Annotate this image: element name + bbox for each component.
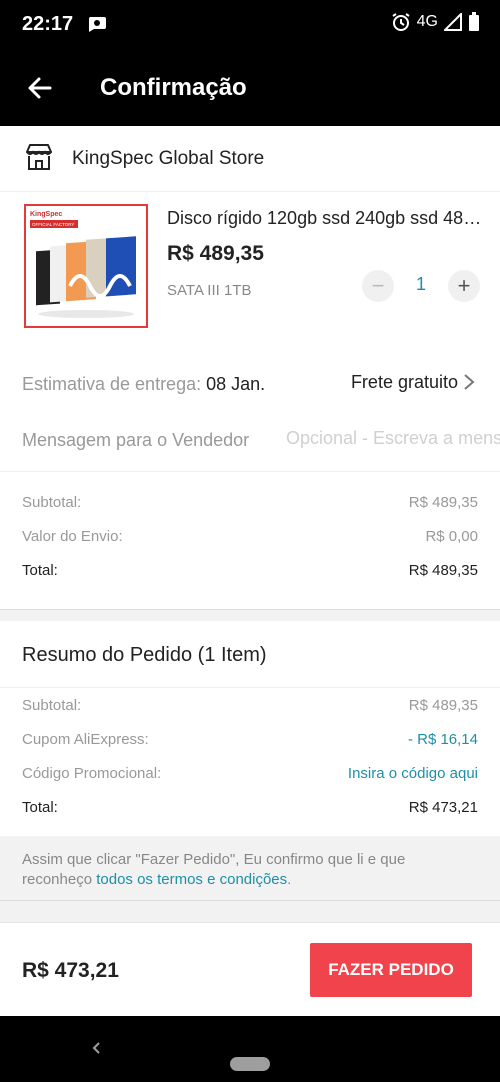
- checkout-total: R$ 473,21: [22, 959, 119, 982]
- product-title[interactable]: Disco rígido 120gb ssd 240gb ssd 480gb: [167, 208, 482, 229]
- section-divider: [0, 609, 500, 621]
- increase-quantity-button[interactable]: +: [448, 270, 480, 302]
- promo-code-link[interactable]: Insira o código aqui: [348, 765, 478, 782]
- seller-message-label: Mensagem para o Vendedor: [22, 430, 250, 450]
- app-bar: Confirmação: [0, 50, 500, 126]
- notification-icon: [88, 17, 106, 32]
- seller-message-input[interactable]: [286, 428, 500, 449]
- home-pill-icon[interactable]: [230, 1057, 270, 1071]
- delivery-estimate: Estimativa de entrega: 08 Jan.: [22, 374, 265, 395]
- terms-notice: Assim que clicar "Fazer Pedido", Eu conf…: [0, 836, 500, 900]
- terms-end: .: [287, 871, 292, 888]
- page-title: Confirmação: [100, 74, 247, 101]
- footer-spacer: [0, 900, 500, 922]
- system-nav-bar: [0, 1016, 500, 1082]
- coupon-value[interactable]: - R$ 16,14: [408, 731, 478, 748]
- checkout-bar: R$ 473,21 FAZER PEDIDO: [0, 922, 500, 1016]
- place-order-button[interactable]: FAZER PEDIDO: [310, 943, 472, 997]
- shipping-method: Frete gratuito: [350, 372, 458, 392]
- product-variant: SATA III 1TB: [167, 282, 252, 299]
- image-tag-text: OFFICIAL FACTORY: [32, 222, 74, 227]
- image-brand-text: KingSpec: [30, 211, 62, 218]
- promo-code-label: Código Promocional:: [22, 765, 162, 782]
- network-label: 4G: [416, 13, 438, 30]
- quantity-value: 1: [415, 274, 426, 294]
- store-total-label: Total:: [22, 562, 58, 579]
- decrease-quantity-button[interactable]: −: [362, 270, 394, 302]
- delivery-row[interactable]: Estimativa de entrega: 08 Jan. Frete gra…: [0, 358, 500, 408]
- nav-back-icon[interactable]: [88, 1038, 104, 1058]
- store-name: KingSpec Global Store: [72, 148, 265, 169]
- product-thumbnail-art: KingSpec OFFICIAL FACTORY: [26, 206, 146, 326]
- status-icons: 4G: [391, 12, 480, 32]
- order-total-value: R$ 473,21: [408, 799, 478, 816]
- terms-link[interactable]: todos os termos e condições: [96, 871, 287, 888]
- store-total-value: R$ 489,35: [408, 562, 478, 579]
- store-subtotal-label: Subtotal:: [22, 494, 82, 511]
- shipping-cost-label: Valor do Envio:: [22, 528, 123, 545]
- delivery-date: 08 Jan.: [206, 374, 266, 394]
- chevron-right-icon: [464, 374, 475, 390]
- order-subtotal-label: Subtotal:: [22, 697, 82, 714]
- battery-icon: [469, 12, 479, 31]
- back-arrow-icon[interactable]: [24, 72, 56, 104]
- order-subtotal-value: R$ 489,35: [408, 697, 478, 714]
- quantity-stepper: − 1 +: [362, 270, 480, 302]
- store-row[interactable]: KingSpec Global Store: [0, 126, 500, 192]
- order-summary-title: Resumo do Pedido (1 Item): [22, 644, 267, 666]
- product-item: KingSpec OFFICIAL FACTORY Disco rígido 1…: [0, 192, 500, 342]
- coupon-label: Cupom AliExpress:: [22, 731, 149, 748]
- status-bar: 22:17 4G: [0, 0, 500, 50]
- seller-message-row: Mensagem para o Vendedor: [0, 412, 500, 472]
- store-subtotal-value: R$ 489,35: [408, 494, 478, 511]
- status-time: 22:17: [22, 13, 74, 35]
- product-image[interactable]: KingSpec OFFICIAL FACTORY: [24, 204, 148, 328]
- alarm-icon: [392, 13, 410, 31]
- order-total-label: Total:: [22, 799, 58, 816]
- product-price: R$ 489,35: [167, 242, 264, 265]
- order-summary-divider: [0, 687, 500, 688]
- shipping-cost-value: R$ 0,00: [425, 528, 478, 545]
- signal-icon: [444, 13, 462, 31]
- delivery-label: Estimativa de entrega:: [22, 374, 202, 394]
- store-icon: [26, 144, 52, 170]
